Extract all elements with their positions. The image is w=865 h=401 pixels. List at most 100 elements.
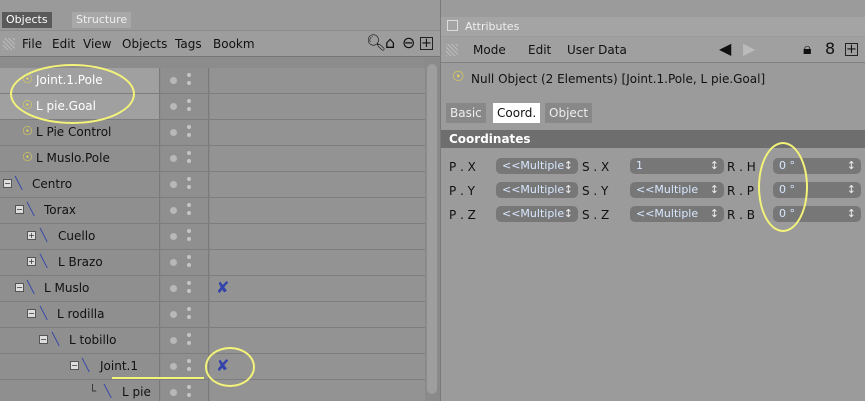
spinner-icon: ↕	[709, 183, 719, 196]
object-title: Null Object (2 Elements) [Joint.1.Pole, …	[471, 72, 766, 86]
tree-row-lbrazo[interactable]: + ╲ L Brazo	[0, 250, 425, 276]
joint-icon: ╲	[15, 176, 23, 190]
layer-dot-icon[interactable]	[170, 363, 177, 370]
tree-label: Torax	[44, 203, 77, 217]
spinner-icon: ↕	[846, 159, 856, 172]
back-arrow-icon[interactable]: ◀	[719, 41, 731, 57]
tree-row-lmuslo[interactable]: − ╲ L Muslo ✘	[0, 276, 425, 302]
new-panel-icon[interactable]: +	[845, 43, 858, 56]
tree-label: Cuello	[58, 229, 96, 243]
sx-field[interactable]: 1 ↕	[630, 158, 724, 174]
layer-dot-icon[interactable]	[170, 285, 177, 292]
layer-dot-icon[interactable]	[170, 181, 177, 188]
link-icon[interactable]: 8	[825, 41, 835, 57]
layer-dot-icon[interactable]	[170, 233, 177, 240]
menu-bookmarks[interactable]: Bookm	[213, 37, 255, 51]
attributes-menubar: Mode Edit User Data ◀ ▶ 🔒︎ 8 +	[441, 37, 865, 63]
layer-dot-icon[interactable]	[170, 389, 177, 396]
pz-field[interactable]: <<Multiple ↕	[496, 206, 578, 222]
sy-label: S . Y	[582, 184, 609, 198]
px-field[interactable]: <<Multiple ↕	[496, 158, 578, 174]
layer-dot-icon[interactable]	[170, 207, 177, 214]
layer-dot-icon[interactable]	[170, 103, 177, 110]
tree-label: L pie	[122, 385, 151, 399]
collapse-icon[interactable]: −	[3, 179, 12, 188]
py-field[interactable]: <<Multiple ↕	[496, 182, 578, 198]
collapse-icon[interactable]: −	[27, 309, 36, 318]
tree-row-lpie[interactable]: └ ╲ L pie	[0, 380, 425, 401]
tree-row-ltobillo[interactable]: − ╲ L tobillo	[0, 328, 425, 354]
sy-field[interactable]: <<Multiple ↕	[630, 182, 724, 198]
spinner-icon: ↕	[709, 207, 719, 220]
tree-label: Centro	[32, 177, 73, 191]
collapse-icon[interactable]: −	[39, 335, 48, 344]
rb-label: R . B	[727, 208, 756, 222]
joint-icon: ╲	[40, 254, 48, 268]
tab-objects[interactable]: Objects	[2, 12, 52, 28]
grip-icon[interactable]	[3, 38, 15, 50]
tree-label: L tobillo	[69, 333, 117, 347]
tab-coord[interactable]: Coord.	[493, 103, 541, 123]
tab-object[interactable]: Object	[545, 103, 593, 123]
expand-icon[interactable]: +	[27, 257, 36, 266]
joint-icon: ╲	[52, 332, 60, 346]
layer-dot-icon[interactable]	[170, 77, 177, 84]
tree-row-lmuslopole[interactable]: ☉ L Muslo.Pole	[0, 146, 425, 172]
menu-file[interactable]: File	[22, 37, 42, 51]
spinner-icon: ↕	[846, 207, 856, 220]
tab-basic[interactable]: Basic	[446, 103, 486, 123]
sz-field[interactable]: <<Multiple ↕	[630, 206, 724, 222]
collapse-icon[interactable]: −	[70, 361, 79, 370]
tree-row-lrodilla[interactable]: − ╲ L rodilla	[0, 302, 425, 328]
joint-icon: ╲	[104, 384, 112, 398]
menu-mode[interactable]: Mode	[473, 43, 506, 57]
panel-checkbox-icon[interactable]	[447, 20, 458, 31]
tree-label: L Brazo	[58, 255, 103, 269]
layer-dot-icon[interactable]	[170, 155, 177, 162]
collapse-icon[interactable]: −	[15, 283, 24, 292]
lock-icon[interactable]: 🔒︎	[803, 41, 812, 57]
tree-label: L Muslo.Pole	[36, 151, 110, 165]
tree-row-centro[interactable]: − ╲ Centro	[0, 172, 425, 198]
new-panel-icon[interactable]: +	[420, 37, 433, 50]
menu-objects[interactable]: Objects	[122, 37, 167, 51]
spinner-icon: ↕	[709, 159, 719, 172]
grip-icon[interactable]	[446, 44, 458, 56]
expand-icon[interactable]: +	[27, 231, 36, 240]
menu-tags[interactable]: Tags	[175, 37, 202, 51]
layer-dot-icon[interactable]	[170, 129, 177, 136]
spinner-icon: ↕	[563, 159, 573, 172]
forward-arrow-icon[interactable]: ▶	[743, 41, 755, 57]
attributes-header: Attributes	[441, 17, 865, 36]
layer-dot-icon[interactable]	[170, 311, 177, 318]
tree-label: Joint.1	[100, 359, 138, 373]
layer-dot-icon[interactable]	[170, 337, 177, 344]
layer-dot-icon[interactable]	[170, 259, 177, 266]
object-manager-menubar: File Edit View Objects Tags Bookm 🔍︎ ⌂ ⊖…	[0, 31, 440, 57]
null-object-icon: ☉	[452, 69, 465, 85]
collapse-icon[interactable]: −	[15, 205, 24, 214]
ik-tag-icon[interactable]: ✘	[216, 278, 229, 297]
minimize-icon[interactable]: ⊖	[402, 35, 415, 51]
tree-label: L rodilla	[57, 307, 105, 321]
joint-icon: ╲	[40, 228, 48, 242]
tree-row-cuello[interactable]: + ╲ Cuello	[0, 224, 425, 250]
tab-structure[interactable]: Structure	[72, 12, 132, 28]
sx-label: S . X	[582, 160, 610, 174]
tree-label: L Pie Control	[36, 125, 112, 139]
menu-edit[interactable]: Edit	[528, 43, 551, 57]
tree-row-torax[interactable]: − ╲ Torax	[0, 198, 425, 224]
menu-edit[interactable]: Edit	[52, 37, 75, 51]
null-object-icon: ☉	[22, 150, 33, 164]
null-object-icon: ☉	[22, 124, 33, 138]
search-icon[interactable]: 🔍︎	[366, 35, 386, 51]
home-icon[interactable]: ⌂	[385, 35, 395, 51]
joint-icon: ╲	[82, 358, 90, 372]
joint-icon: ╲	[40, 306, 48, 320]
menu-user-data[interactable]: User Data	[567, 43, 627, 57]
highlight-underline	[112, 377, 204, 379]
joint-icon: ╲	[27, 280, 35, 294]
scrollbar-thumb[interactable]	[427, 64, 437, 394]
tree-row-lpiecontrol[interactable]: ☉ L Pie Control	[0, 120, 425, 146]
menu-view[interactable]: View	[83, 37, 111, 51]
